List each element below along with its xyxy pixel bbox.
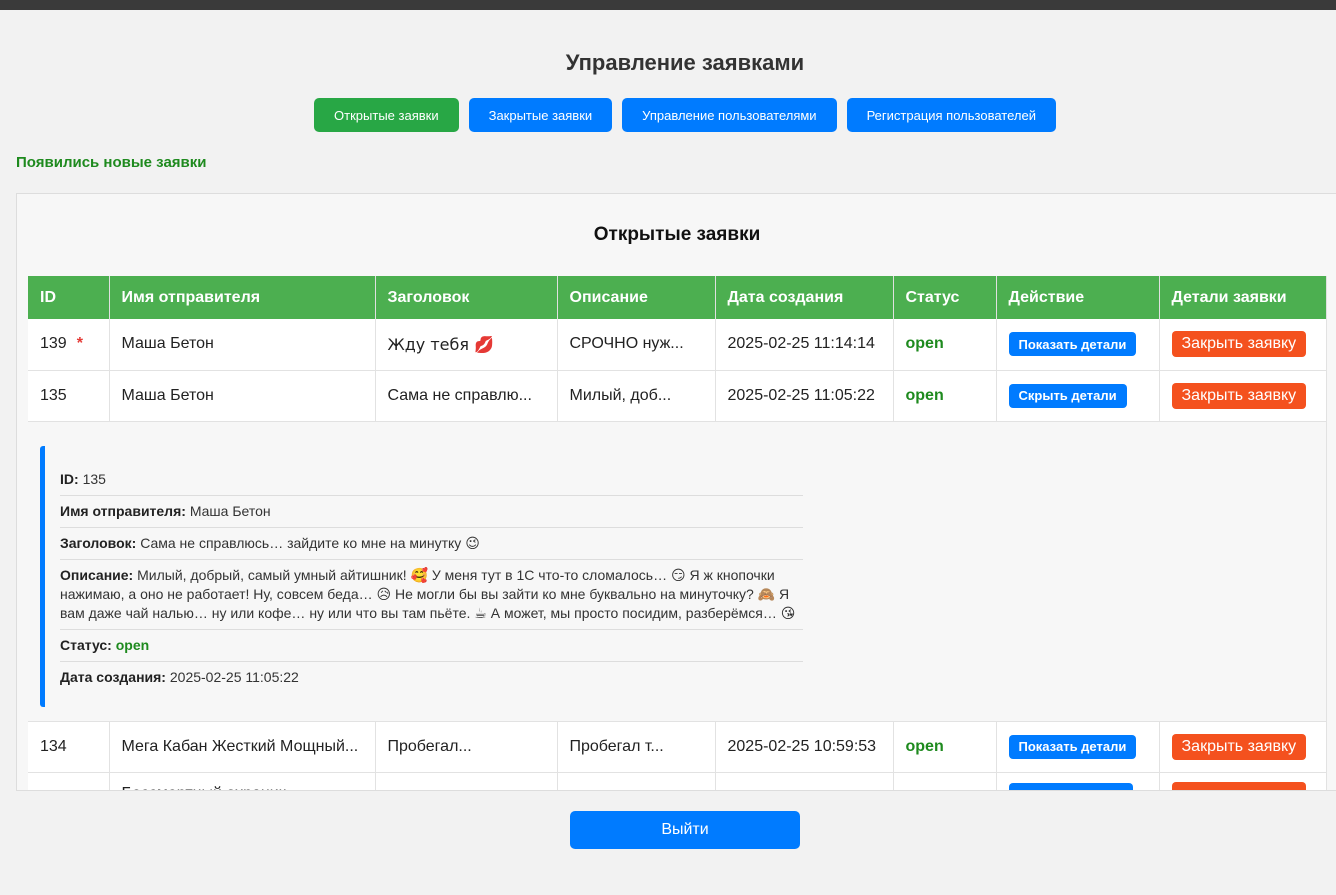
- cell-action: Показать детали: [996, 319, 1160, 371]
- column-header-action: Действие: [996, 276, 1160, 319]
- close-request-button[interactable]: Закрыть заявку: [1171, 331, 1307, 358]
- show-details-button[interactable]: [1008, 783, 1133, 790]
- cell-status: [893, 772, 997, 790]
- table-row: 139 * Маша Бетон Жду тебя 💋 СРОЧНО нуж...…: [28, 319, 1327, 371]
- cell-title: Сама не справлю...: [375, 370, 558, 422]
- cell-status: open: [893, 370, 997, 422]
- show-details-button[interactable]: Показать детали: [1008, 734, 1137, 759]
- request-details-box: ID: 135 Имя отправителя: Маша Бетон Заго…: [40, 445, 803, 707]
- close-request-button[interactable]: Закрыть заявку: [1171, 733, 1307, 760]
- top-bar: [0, 0, 1336, 10]
- cell-created: [715, 772, 894, 790]
- cell-sender: Маша Бетон: [109, 370, 376, 422]
- detail-status: Статус: open: [60, 630, 803, 662]
- cell-id: [28, 772, 110, 790]
- cell-created: 2025-02-25 11:14:14: [715, 319, 894, 371]
- close-request-button[interactable]: [1171, 782, 1306, 790]
- page-title: Управление заявками: [565, 50, 805, 75]
- cell-status: open: [893, 319, 997, 371]
- cell-action: Скрыть детали: [996, 370, 1160, 422]
- table-row: Бессмертный охраник: [28, 772, 1327, 790]
- details-cell: ID: 135 Имя отправителя: Маша Бетон Заго…: [28, 421, 1327, 722]
- cell-description: [557, 772, 716, 790]
- cell-created: 2025-02-25 11:05:22: [715, 370, 894, 422]
- column-header-description: Описание: [557, 276, 716, 319]
- cell-id: 134: [28, 721, 110, 773]
- column-header-sender: Имя отправителя: [109, 276, 376, 319]
- user-management-button[interactable]: Управление пользователями: [622, 98, 837, 132]
- show-details-button[interactable]: Показать детали: [1008, 332, 1137, 357]
- detail-title: Заголовок: Сама не справлюсь… зайдите ко…: [60, 528, 803, 560]
- cell-id: 135: [28, 370, 110, 422]
- new-request-marker: *: [76, 335, 83, 353]
- column-header-details: Детали заявки: [1159, 276, 1327, 319]
- cell-description: Пробегал т...: [557, 721, 716, 773]
- panel-title: Открытые заявки: [593, 224, 761, 245]
- cell-id: 139 *: [28, 319, 110, 371]
- cell-action: [996, 772, 1160, 790]
- open-requests-panel[interactable]: Открытые заявки ID Имя отправителя Загол…: [16, 193, 1336, 791]
- details-row: ID: 135 Имя отправителя: Маша Бетон Заго…: [28, 421, 1327, 722]
- detail-description: Описание: Милый, добрый, самый умный айт…: [60, 560, 803, 630]
- cell-created: 2025-02-25 10:59:53: [715, 721, 894, 773]
- requests-table: ID Имя отправителя Заголовок Описание Да…: [28, 276, 1327, 790]
- detail-sender: Имя отправителя: Маша Бетон: [60, 496, 803, 528]
- cell-close: Закрыть заявку: [1159, 319, 1327, 371]
- close-request-button[interactable]: Закрыть заявку: [1171, 382, 1307, 409]
- column-header-created: Дата создания: [715, 276, 894, 319]
- main-nav: Открытые заявки Закрытые заявки Управлен…: [0, 98, 1336, 132]
- cell-sender: Бессмертный охраник: [109, 772, 376, 790]
- column-header-title: Заголовок: [375, 276, 558, 319]
- user-registration-button[interactable]: Регистрация пользователей: [846, 98, 1056, 132]
- cell-close: Закрыть заявку: [1159, 370, 1327, 422]
- cell-status: open: [893, 721, 997, 773]
- cell-description: Милый, доб...: [557, 370, 716, 422]
- cell-title: Пробегал...: [375, 721, 558, 773]
- column-header-status: Статус: [893, 276, 997, 319]
- detail-id: ID: 135: [60, 464, 803, 496]
- cell-close: Закрыть заявку: [1159, 721, 1327, 773]
- logout-button[interactable]: Выйти: [570, 811, 800, 849]
- cell-sender: Маша Бетон: [109, 319, 376, 371]
- cell-title: [375, 772, 558, 790]
- cell-action: Показать детали: [996, 721, 1160, 773]
- detail-created: Дата создания: 2025-02-25 11:05:22: [60, 668, 299, 685]
- closed-requests-button[interactable]: Закрытые заявки: [468, 98, 613, 132]
- cell-close: [1159, 772, 1327, 790]
- table-row: 135 Маша Бетон Сама не справлю... Милый,…: [28, 370, 1327, 422]
- cell-title: Жду тебя 💋: [375, 319, 558, 371]
- new-requests-notice: Появились новые заявки: [16, 154, 207, 171]
- table-row: 134 Мега Кабан Жесткий Мощный... Пробега…: [28, 721, 1327, 773]
- cell-sender: Мега Кабан Жесткий Мощный...: [109, 721, 376, 773]
- table-header-row: ID Имя отправителя Заголовок Описание Да…: [28, 276, 1327, 319]
- hide-details-button[interactable]: Скрыть детали: [1008, 383, 1127, 408]
- column-header-id: ID: [28, 276, 110, 319]
- cell-description: СРОЧНО нуж...: [557, 319, 716, 371]
- open-requests-button[interactable]: Открытые заявки: [314, 98, 459, 132]
